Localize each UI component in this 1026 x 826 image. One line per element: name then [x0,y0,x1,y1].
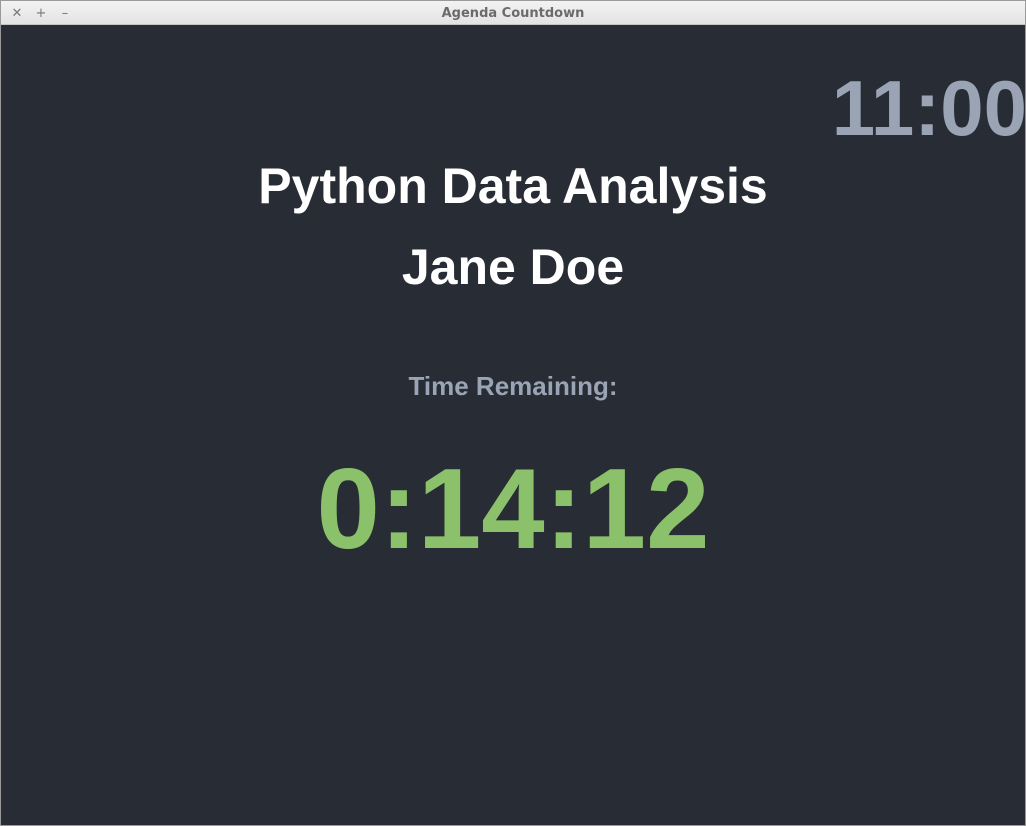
window-titlebar[interactable]: ✕ + – Agenda Countdown [1,1,1025,25]
app-window: ✕ + – Agenda Countdown 11:00 Python Data… [0,0,1026,826]
window-title: Agenda Countdown [441,6,585,21]
time-remaining-label: Time Remaining: [408,371,618,401]
session-title: Python Data Analysis [258,158,768,214]
countdown-display: 11:00 Python Data Analysis Jane Doe Time… [1,25,1025,825]
presenter-name: Jane Doe [401,239,625,295]
current-time-clock: 11:00 [831,64,1026,152]
countdown-timer: 0:14:12 [316,446,710,573]
